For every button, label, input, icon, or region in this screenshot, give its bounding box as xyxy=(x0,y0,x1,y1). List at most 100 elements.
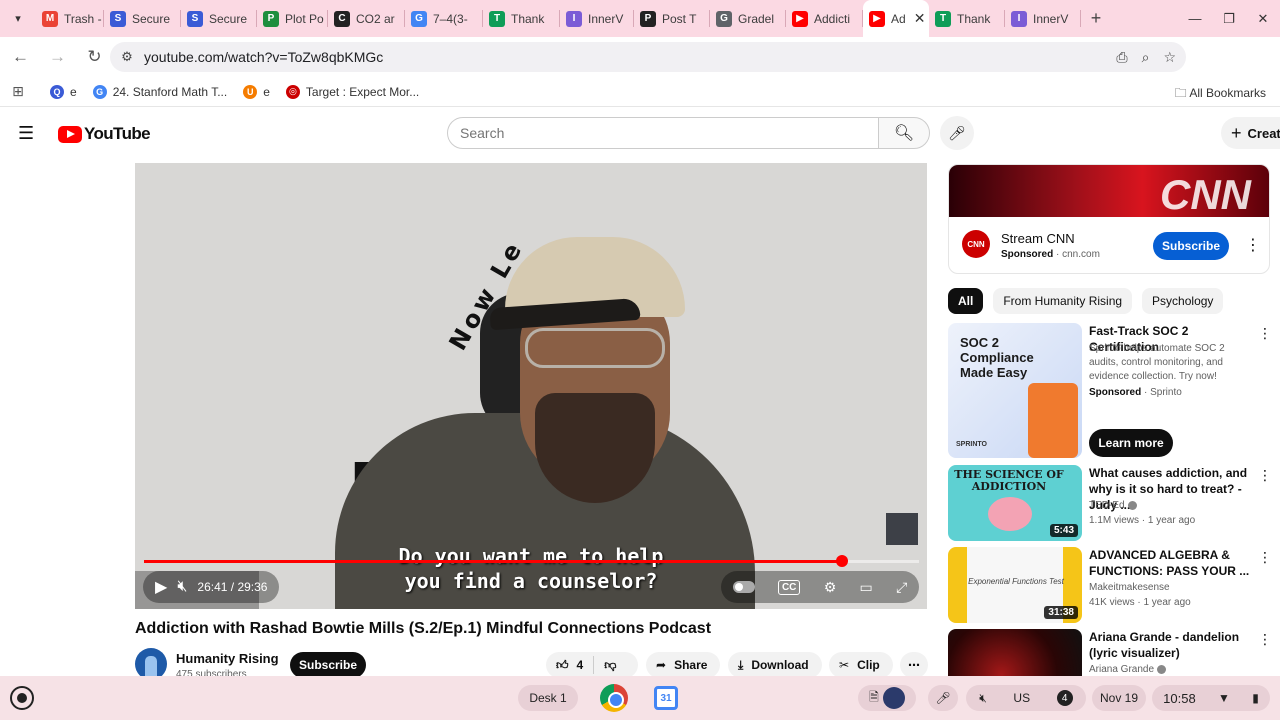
recommendation-item[interactable]: THE SCIENCE OF ADDICTION 5:43 What cause… xyxy=(948,465,1280,543)
dislike-button[interactable]: 👎︎ xyxy=(594,658,626,673)
more-actions-button[interactable]: ⋯ xyxy=(900,652,928,678)
browser-tab[interactable]: C CO2 ar xyxy=(328,0,405,37)
rec-channel[interactable]: Ariana Grande xyxy=(1089,663,1167,676)
like-button[interactable]: 👍︎ 4 xyxy=(546,658,593,673)
clip-button[interactable]: ✂ Clip xyxy=(829,652,893,678)
chip-from-channel[interactable]: From Humanity Rising xyxy=(993,288,1133,314)
browser-tab[interactable]: T Thank xyxy=(929,0,1005,37)
browser-tab[interactable]: P Post T xyxy=(634,0,710,37)
maximize-icon[interactable]: ❐ xyxy=(1212,11,1246,27)
url-text[interactable]: youtube.com/watch?v=ToZw8qbKMGc xyxy=(144,49,383,65)
rec-title[interactable]: Ariana Grande - dandelion (lyric visuali… xyxy=(1089,629,1255,661)
channel-name[interactable]: Humanity Rising xyxy=(176,651,279,666)
autoplay-toggle[interactable] xyxy=(732,581,755,593)
progress-fill xyxy=(144,560,843,563)
tab-search-icon[interactable]: ▾ xyxy=(0,0,36,37)
hamburger-menu-icon[interactable]: ☰ xyxy=(18,123,34,144)
chip-all[interactable]: All xyxy=(948,288,984,314)
bookmark-item[interactable]: G 24. Stanford Math T... xyxy=(92,84,227,99)
tab-label: CO2 ar xyxy=(356,11,395,26)
apps-grid-icon[interactable]: ⊞ xyxy=(0,83,36,100)
browser-tab[interactable]: I InnerV xyxy=(1005,0,1081,37)
voice-search-button[interactable]: 🎤︎ xyxy=(940,116,974,150)
play-icon[interactable]: ▶ xyxy=(155,577,167,597)
all-bookmarks[interactable]: 🗀 All Bookmarks xyxy=(1175,84,1266,105)
launcher-icon[interactable] xyxy=(10,686,34,710)
youtube-logo[interactable]: YouTube xyxy=(58,124,151,144)
bookmark-item[interactable]: ◎ Target : Expect Mor... xyxy=(285,84,419,99)
browser-tab[interactable]: ▶ Addicti xyxy=(786,0,863,37)
bookmark-item[interactable]: Ue xyxy=(243,84,270,99)
browser-tab[interactable]: I InnerV xyxy=(560,0,634,37)
rec-more-icon[interactable]: ⋮ xyxy=(1258,631,1272,648)
ad-banner-image[interactable]: CNN xyxy=(949,165,1269,218)
zoom-icon[interactable]: ⌕ xyxy=(1142,49,1150,66)
recommendation-item[interactable]: Exponential Functions Test 31:38 ADVANCE… xyxy=(948,547,1280,625)
progress-bar[interactable] xyxy=(144,555,919,567)
cnn-logo-icon[interactable]: CNN xyxy=(962,230,990,258)
close-window-icon[interactable]: ✕ xyxy=(1246,11,1280,27)
bookmark-star-icon[interactable]: ☆ xyxy=(1163,49,1176,66)
desk-button[interactable]: Desk 1 xyxy=(518,685,578,711)
ad-more-icon[interactable]: ⋮ xyxy=(1245,235,1261,255)
search-button[interactable]: 🔍︎ xyxy=(878,117,930,149)
download-button[interactable]: ⤓ Download xyxy=(728,652,822,678)
video-thumbnail[interactable]: Exponential Functions Test 31:38 xyxy=(948,547,1082,623)
status-tray[interactable]: 🔇︎ US 4 xyxy=(966,685,1086,711)
browser-tab[interactable]: G 7–4(3- xyxy=(405,0,483,37)
holding-space-tray[interactable]: 🗎 xyxy=(858,685,916,711)
rec-more-icon[interactable]: ⋮ xyxy=(1258,325,1272,342)
video-thumbnail[interactable] xyxy=(948,629,1082,676)
like-dislike-group: 👍︎ 4 👎︎ xyxy=(546,652,638,678)
mic-tray[interactable]: 🎤︎ xyxy=(928,685,958,711)
browser-tab[interactable]: ▶ Ad ✕ xyxy=(863,0,929,37)
clock-tray[interactable]: 10:58 ▼ ▮ xyxy=(1152,685,1270,711)
subscribe-button[interactable]: Subscribe xyxy=(290,652,366,678)
settings-gear-icon[interactable]: ⚙ xyxy=(824,579,837,596)
browser-tab[interactable]: S Secure xyxy=(181,0,257,37)
browser-tab[interactable]: S Secure xyxy=(104,0,181,37)
back-button[interactable]: ← xyxy=(4,47,37,67)
browser-tab[interactable]: G Gradel xyxy=(710,0,786,37)
new-tab-button[interactable]: + xyxy=(1081,8,1111,29)
theater-mode-icon[interactable]: ▭ xyxy=(860,579,873,596)
bookmark-item[interactable]: Qe xyxy=(50,84,77,99)
share-button[interactable]: ➦ Share xyxy=(646,652,720,678)
ad-title[interactable]: Stream CNN xyxy=(1001,231,1075,246)
browser-tab[interactable]: P Plot Po xyxy=(257,0,328,37)
learn-more-button[interactable]: Learn more xyxy=(1089,429,1173,457)
browser-tab[interactable]: T Thank xyxy=(483,0,560,37)
sprinto-thumbnail[interactable]: SOC 2 Compliance Made Easy SPRINTO xyxy=(948,323,1082,458)
chrome-app-icon[interactable] xyxy=(600,684,628,712)
forward-button[interactable]: → xyxy=(41,47,74,67)
create-button[interactable]: + Creat xyxy=(1221,117,1280,149)
close-tab-icon[interactable]: ✕ xyxy=(914,10,926,27)
install-app-icon[interactable]: ⎙ xyxy=(1116,49,1127,66)
captions-icon[interactable]: CC xyxy=(777,579,801,595)
tab-label: Secure xyxy=(132,11,171,26)
chip-psychology[interactable]: Psychology xyxy=(1142,288,1224,314)
ad-subscribe-button[interactable]: Subscribe xyxy=(1153,232,1229,260)
rec-title[interactable]: ADVANCED ALGEBRA & FUNCTIONS: PASS YOUR … xyxy=(1089,547,1255,579)
calendar-app-icon[interactable]: 31 xyxy=(654,686,678,710)
rec-more-icon[interactable]: ⋮ xyxy=(1258,549,1272,566)
reload-button[interactable]: ↻ xyxy=(78,47,111,67)
rec-more-icon[interactable]: ⋮ xyxy=(1258,467,1272,484)
minimize-icon[interactable]: — xyxy=(1178,11,1212,26)
mute-icon[interactable]: 🔇︎ xyxy=(177,578,187,596)
site-settings-icon[interactable]: ⚙ xyxy=(110,49,144,65)
video-thumbnail[interactable]: THE SCIENCE OF ADDICTION 5:43 xyxy=(948,465,1082,541)
sponsored-ad-card[interactable]: CNN CNN Stream CNN Sponsored · cnn.com S… xyxy=(948,164,1270,274)
fullscreen-icon[interactable]: ⤢ xyxy=(896,579,907,596)
date-tray[interactable]: Nov 19 xyxy=(1092,685,1146,711)
rec-channel[interactable]: TED-Ed xyxy=(1089,499,1137,513)
address-bar[interactable]: ⚙ youtube.com/watch?v=ToZw8qbKMGc ⎙ ⌕ ☆ xyxy=(110,42,1186,72)
recommendation-item[interactable]: Ariana Grande - dandelion (lyric visuali… xyxy=(948,629,1280,676)
video-player[interactable]: Now Le R Do you want me to help you find… xyxy=(135,163,927,609)
rec-channel[interactable]: Makeitmakesense xyxy=(1089,581,1170,595)
globe-icon: G xyxy=(716,10,732,27)
channel-watermark[interactable] xyxy=(886,513,918,545)
browser-tab[interactable]: M Trash - xyxy=(36,0,104,37)
search-input[interactable] xyxy=(447,117,879,149)
recommendation-sponsored[interactable]: SOC 2 Compliance Made Easy SPRINTO Fast-… xyxy=(948,323,1280,461)
